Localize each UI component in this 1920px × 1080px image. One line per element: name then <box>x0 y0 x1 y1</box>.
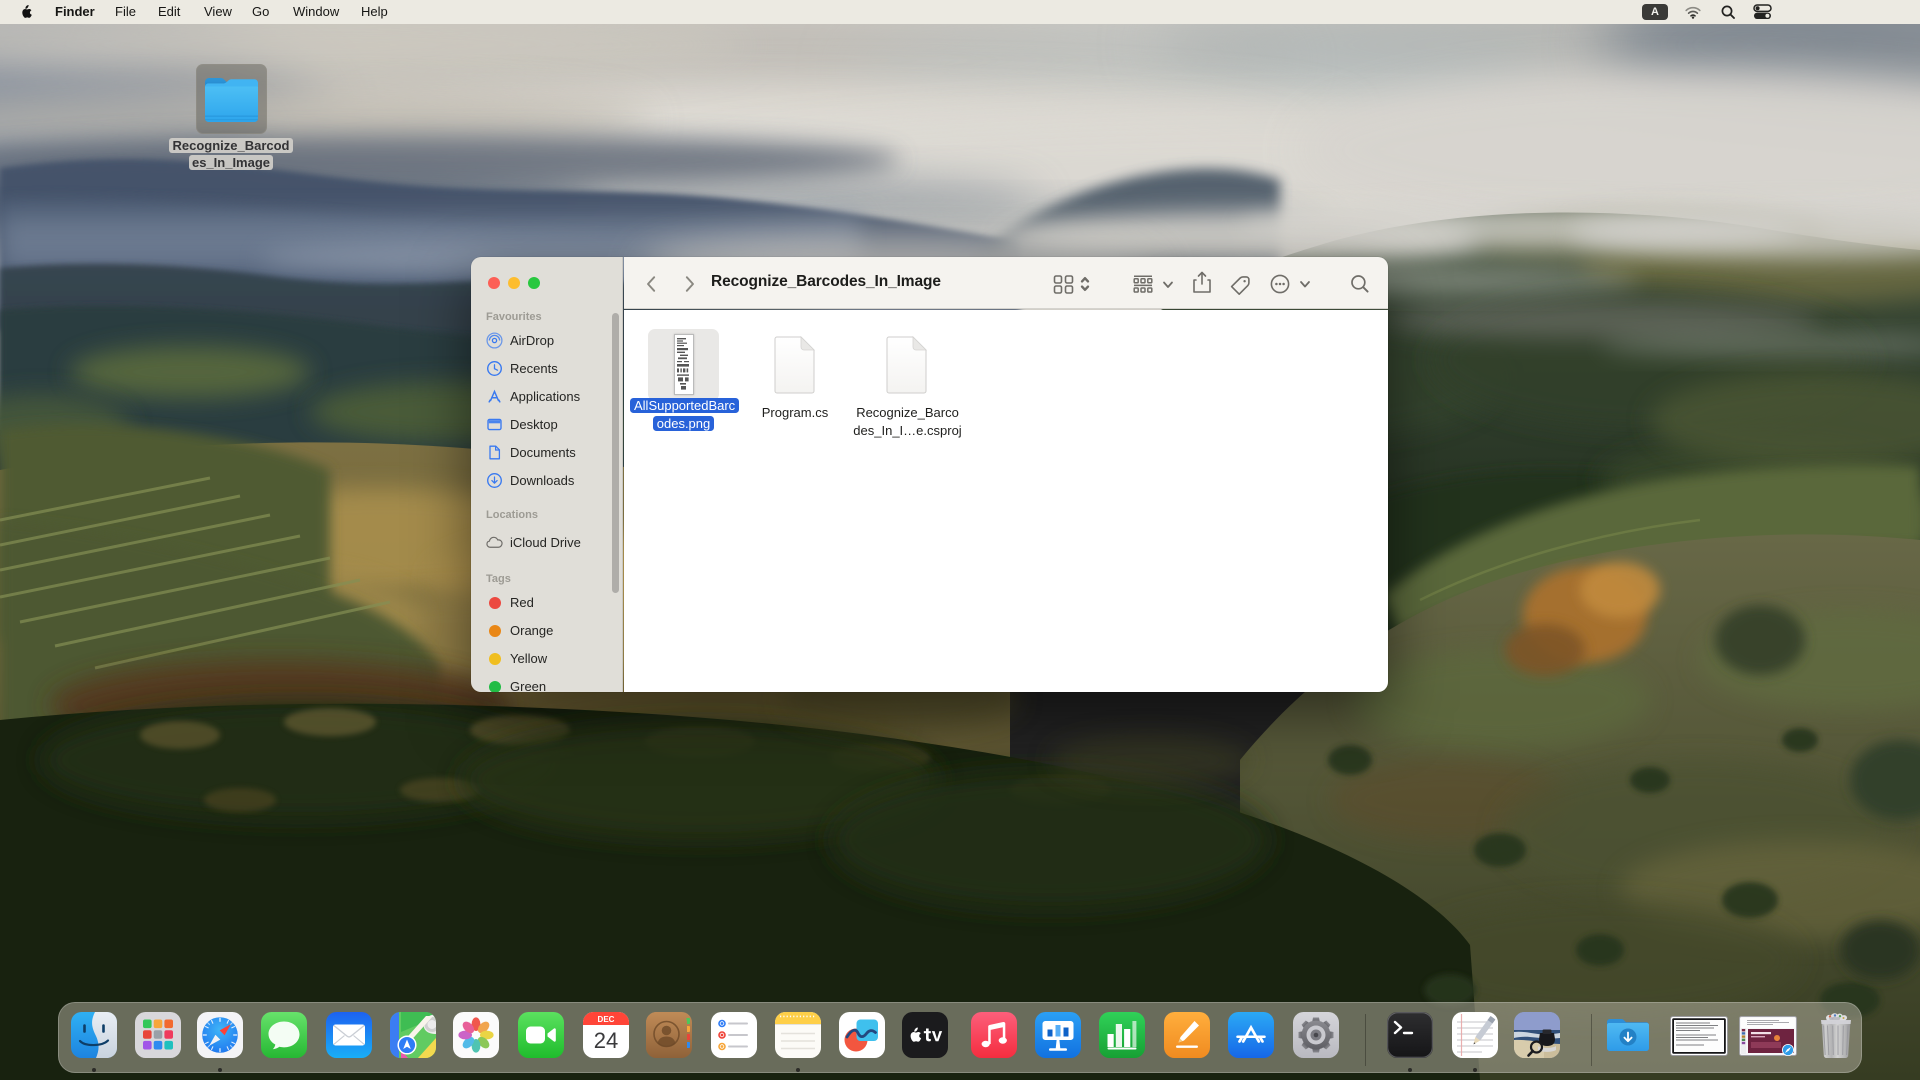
svg-text:DEC: DEC <box>598 1015 615 1024</box>
svg-text:24: 24 <box>594 1028 618 1053</box>
